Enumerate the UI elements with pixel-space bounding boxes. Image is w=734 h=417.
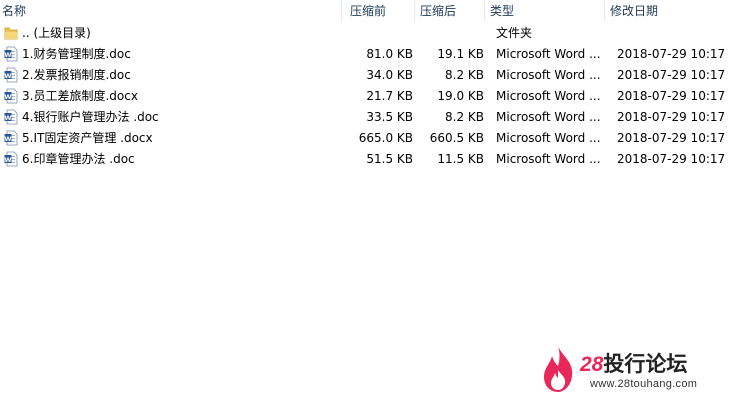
modified-date [617,25,727,42]
word-doc-icon: W [4,130,18,146]
compressed-before-size: 81.0 KB [366,47,413,61]
word-doc-icon: W [4,46,18,62]
file-name: 5.IT固定资产管理 .docx [22,131,153,145]
svg-text:W: W [4,93,11,101]
column-header-name[interactable]: 名称 [2,3,26,19]
folder-icon [4,25,18,41]
file-name: 3.员工差旅制度.docx [22,89,138,103]
table-row[interactable]: W 3.员工差旅制度.docx 21.7 KB 19.0 KB Microsoft Wo… [0,86,734,107]
modified-date: 2018-07-29 10:17 [617,152,726,166]
watermark-name: 投行论坛 [603,353,688,376]
table-row[interactable]: W 1.财务管理制度.doc 81.0 KB 19.1 KB Microsoft Wor… [0,44,734,65]
file-type: Microsoft Word ... [496,110,601,124]
table-row[interactable]: .. (上级目录) 文件夹 [0,23,734,44]
table-row[interactable]: W 6.印章管理办法 .doc 51.5 KB 11.5 KB Microsoft Wo… [0,149,734,170]
file-type: Microsoft Word ... [496,152,601,166]
file-name: 6.印章管理办法 .doc [22,152,135,166]
compressed-after-size [418,25,484,42]
file-type: Microsoft Word ... [496,131,601,145]
file-name: 4.银行账户管理办法 .doc [22,110,159,124]
file-type: Microsoft Word ... [496,47,601,61]
word-doc-icon: W [4,88,18,104]
column-header-bar: 名称 压缩前 压缩后 类型 修改日期 [0,0,734,22]
modified-date: 2018-07-29 10:17 [617,110,726,124]
modified-date: 2018-07-29 10:17 [617,131,726,145]
column-header-compressed-before[interactable]: 压缩前 [350,3,386,19]
svg-text:W: W [4,51,11,59]
watermark-number: 28 [580,353,604,376]
column-divider[interactable] [341,0,342,22]
watermark-title: 28投行论坛 [580,348,687,378]
compressed-before-size: 34.0 KB [366,68,413,82]
compressed-after-size: 8.2 KB [445,68,484,82]
table-row[interactable]: W 5.IT固定资产管理 .docx 665.0 KB 660.5 KB Microso… [0,128,734,149]
file-type: Microsoft Word ... [496,89,601,103]
flame-logo-icon [544,346,573,392]
svg-text:W: W [4,72,11,80]
compressed-before-size: 51.5 KB [366,152,413,166]
compressed-before-size [345,25,413,42]
column-header-type[interactable]: 类型 [490,3,514,19]
column-header-modified[interactable]: 修改日期 [610,3,658,19]
table-row[interactable]: W 4.银行账户管理办法 .doc 33.5 KB 8.2 KB Microsoft W… [0,107,734,128]
modified-date: 2018-07-29 10:17 [617,47,726,61]
compressed-after-size: 19.0 KB [437,89,484,103]
word-doc-icon: W [4,67,18,83]
compressed-after-size: 660.5 KB [429,131,484,145]
word-doc-icon: W [4,151,18,167]
svg-text:W: W [4,156,11,164]
compressed-before-size: 33.5 KB [366,110,413,124]
column-header-compressed-after[interactable]: 压缩后 [420,3,456,19]
column-divider[interactable] [484,0,485,22]
table-row[interactable]: W 2.发票报销制度.doc 34.0 KB 8.2 KB Microsoft Word… [0,65,734,86]
compressed-before-size: 21.7 KB [366,89,413,103]
word-doc-icon: W [4,109,18,125]
file-type: 文件夹 [496,26,533,40]
file-name: 1.财务管理制度.doc [22,47,131,61]
compressed-after-size: 19.1 KB [437,47,484,61]
forum-watermark: 28投行论坛 www.28touhang.com [538,342,718,398]
svg-text:W: W [4,135,11,143]
file-name: 2.发票报销制度.doc [22,68,131,82]
modified-date: 2018-07-29 10:17 [617,89,726,103]
compressed-after-size: 11.5 KB [437,152,484,166]
column-divider[interactable] [414,0,415,22]
watermark-url: www.28touhang.com [590,378,698,390]
modified-date: 2018-07-29 10:17 [617,68,726,82]
compressed-after-size: 8.2 KB [445,110,484,124]
compressed-before-size: 665.0 KB [358,131,413,145]
file-name: .. (上级目录) [22,26,91,40]
file-type: Microsoft Word ... [496,68,601,82]
svg-text:W: W [4,114,11,122]
column-divider[interactable] [604,0,605,22]
